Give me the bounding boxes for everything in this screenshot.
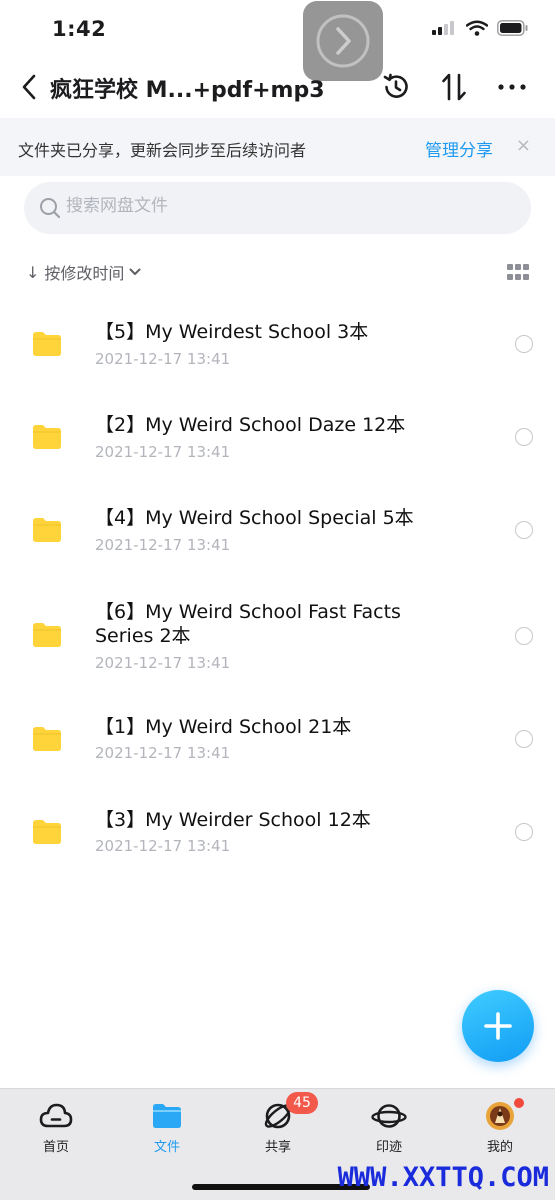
file-date: 2021-12-17 13:41	[95, 744, 231, 762]
nav-bar: 疯狂学校 M...+pdf+mp3	[0, 62, 555, 112]
planet-icon	[371, 1104, 407, 1128]
tab-label: 文件	[153, 1140, 180, 1155]
select-checkbox[interactable]	[515, 521, 533, 539]
select-checkbox[interactable]	[515, 730, 533, 748]
battery-icon	[497, 20, 528, 36]
nav-actions	[379, 70, 529, 104]
tab-label: 共享	[264, 1140, 291, 1155]
folder-icon	[33, 332, 61, 356]
tab-label: 我的	[486, 1140, 513, 1155]
list-item[interactable]: 【4】My Weird School Special 5本 2021-12-17…	[0, 484, 555, 577]
file-date: 2021-12-17 13:41	[95, 443, 231, 461]
more-icon	[498, 84, 526, 90]
folder-icon	[33, 727, 61, 751]
sort-row: ↓ 按修改时间	[0, 258, 555, 288]
select-checkbox[interactable]	[515, 428, 533, 446]
share-banner: 文件夹已分享，更新会同步至后续访问者 管理分享 ×	[0, 118, 555, 176]
more-button[interactable]	[495, 70, 529, 104]
back-chevron-icon	[22, 74, 36, 100]
file-date: 2021-12-17 13:41	[95, 350, 231, 368]
folder-icon	[33, 820, 61, 844]
tab-label: 印迹	[375, 1140, 402, 1155]
status-time: 1:42	[52, 17, 107, 41]
notification-dot	[514, 1098, 524, 1108]
chevron-right-circle-icon	[316, 14, 370, 68]
sort-button[interactable]	[437, 70, 471, 104]
notification-badge: 45	[286, 1092, 318, 1114]
grid-view-toggle[interactable]	[507, 264, 529, 282]
watermark: WWW.XXTTQ.COM	[337, 1162, 549, 1193]
tab-home[interactable]: 首页	[16, 1099, 96, 1155]
tab-traces[interactable]: 印迹	[349, 1099, 429, 1155]
file-name: 【6】My Weird School Fast Facts Series 2本	[95, 601, 401, 647]
tab-files[interactable]: 文件	[127, 1099, 207, 1155]
cloud-icon	[39, 1103, 73, 1128]
avatar-icon	[486, 1102, 514, 1130]
file-date: 2021-12-17 13:41	[95, 536, 231, 554]
sort-label: 按修改时间	[44, 264, 125, 283]
search-box[interactable]	[24, 182, 531, 234]
cellular-signal-icon	[432, 21, 454, 35]
status-icons	[431, 20, 529, 36]
history-button[interactable]	[379, 70, 413, 104]
list-item[interactable]: 【1】My Weird School 21本 2021-12-17 13:41	[0, 695, 555, 788]
history-icon	[383, 73, 408, 98]
folder-icon	[153, 1104, 181, 1128]
folder-icon	[33, 425, 61, 449]
file-name: 【3】My Weirder School 12本	[95, 809, 371, 831]
sort-arrows-icon	[442, 73, 466, 101]
file-name: 【2】My Weird School Daze 12本	[95, 414, 406, 436]
select-checkbox[interactable]	[515, 627, 533, 645]
file-date: 2021-12-17 13:41	[95, 837, 231, 855]
grid-icon	[507, 264, 513, 270]
plus-icon	[484, 1012, 512, 1040]
tab-shared[interactable]: 45 共享	[238, 1092, 318, 1155]
list-item[interactable]: 【2】My Weird School Daze 12本 2021-12-17 1…	[0, 391, 555, 484]
file-name: 【4】My Weird School Special 5本	[95, 507, 414, 529]
tab-profile[interactable]: 我的	[460, 1098, 540, 1155]
sort-arrow-icon: ↓	[26, 262, 40, 282]
close-banner-button[interactable]: ×	[516, 135, 531, 156]
file-name: 【5】My Weirdest School 3本	[95, 321, 369, 343]
tab-label: 首页	[42, 1140, 69, 1155]
search-icon	[40, 198, 61, 219]
search-input[interactable]	[66, 196, 506, 216]
chevron-down-icon	[129, 268, 141, 275]
list-item[interactable]: 【3】My Weirder School 12本 2021-12-17 13:4…	[0, 788, 555, 881]
manage-share-link[interactable]: 管理分享	[425, 136, 493, 161]
folder-icon	[33, 518, 61, 542]
status-bar: 1:42	[0, 0, 555, 58]
share-banner-text: 文件夹已分享，更新会同步至后续访问者	[18, 141, 307, 160]
select-checkbox[interactable]	[515, 335, 533, 353]
select-checkbox[interactable]	[515, 823, 533, 841]
add-button[interactable]	[462, 990, 534, 1062]
file-date: 2021-12-17 13:41	[95, 654, 231, 672]
file-name: 【1】My Weird School 21本	[95, 716, 352, 738]
list-item[interactable]: 【6】My Weird School Fast Facts Series 2本 …	[0, 577, 555, 695]
file-list: 【5】My Weirdest School 3本 2021-12-17 13:4…	[0, 298, 555, 881]
sort-by-modified-button[interactable]: ↓ 按修改时间	[26, 260, 141, 284]
wifi-icon	[466, 20, 488, 36]
page-title: 疯狂学校 M...+pdf+mp3	[50, 78, 325, 103]
folder-icon	[33, 623, 61, 647]
list-item[interactable]: 【5】My Weirdest School 3本 2021-12-17 13:4…	[0, 298, 555, 391]
back-button[interactable]	[14, 70, 44, 104]
